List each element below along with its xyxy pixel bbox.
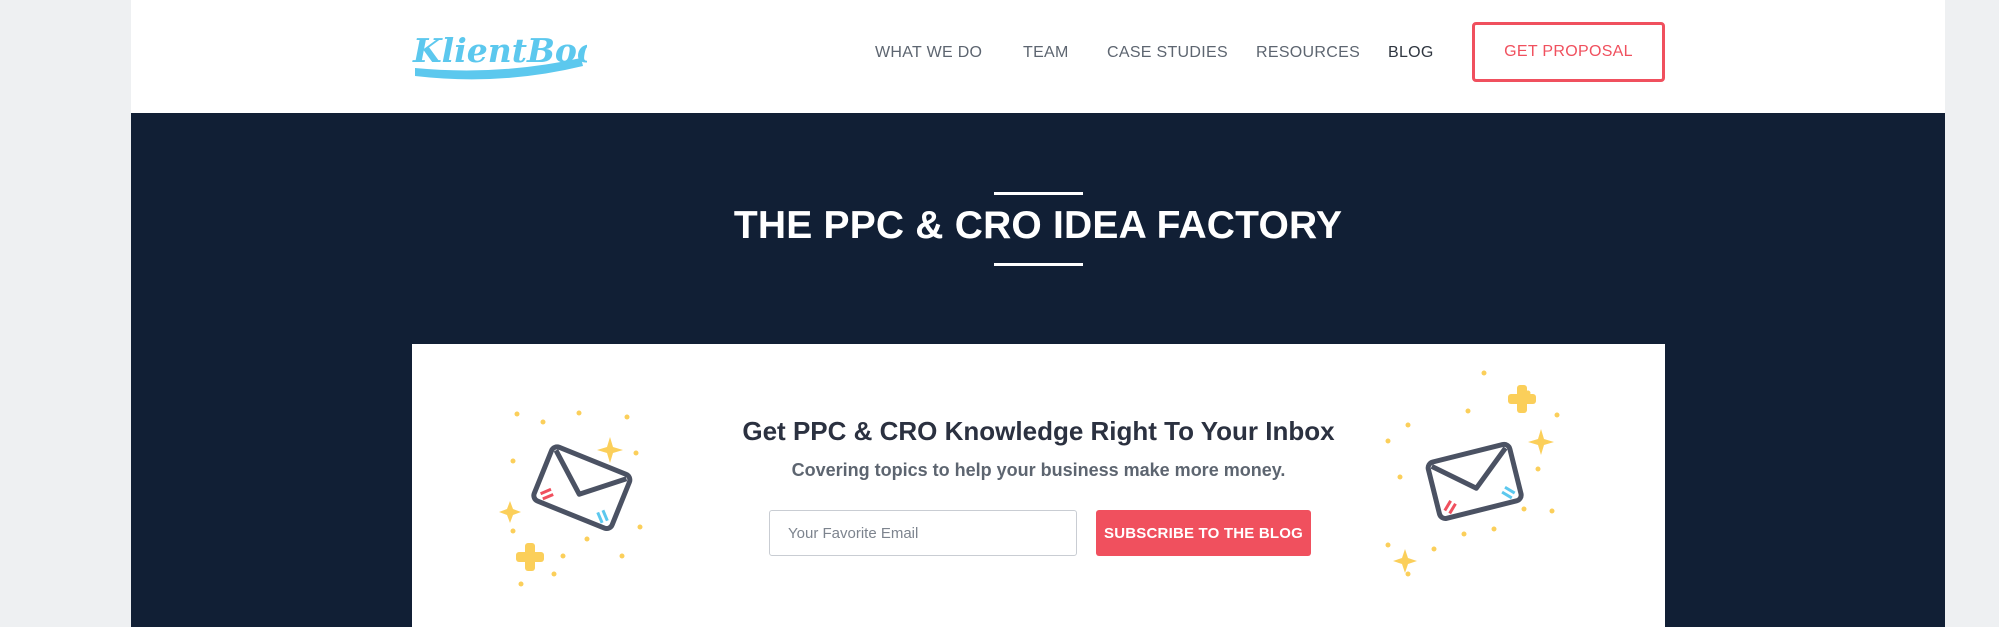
svg-text:KlientBoost: KlientBoost: [412, 31, 587, 70]
nav-blog[interactable]: BLOG: [1388, 44, 1434, 62]
get-proposal-button[interactable]: GET PROPOSAL: [1472, 22, 1665, 82]
hero-rule-bottom: [994, 263, 1083, 266]
hero-rule-top: [994, 192, 1083, 195]
email-input[interactable]: [769, 510, 1077, 556]
nav-resources[interactable]: RESOURCES: [1256, 44, 1360, 62]
newsletter-card: Get PPC & CRO Knowledge Right To Your In…: [412, 344, 1665, 627]
nav-team[interactable]: TEAM: [1023, 44, 1069, 62]
envelope-icon: [1385, 370, 1560, 577]
hero-title: THE PPC & CRO IDEA FACTORY: [733, 204, 1343, 247]
klientboost-logo[interactable]: KlientBoost: [409, 24, 587, 84]
page: KlientBoost WHAT WE DO TEAM CASE STUDIES…: [131, 0, 1945, 627]
nav-what-we-do[interactable]: WHAT WE DO: [875, 44, 982, 62]
nav-case-studies[interactable]: CASE STUDIES: [1107, 44, 1228, 62]
site-header: KlientBoost WHAT WE DO TEAM CASE STUDIES…: [131, 0, 1945, 113]
subscribe-button[interactable]: SUBSCRIBE TO THE BLOG: [1096, 510, 1311, 556]
get-proposal-label: GET PROPOSAL: [1504, 43, 1633, 60]
